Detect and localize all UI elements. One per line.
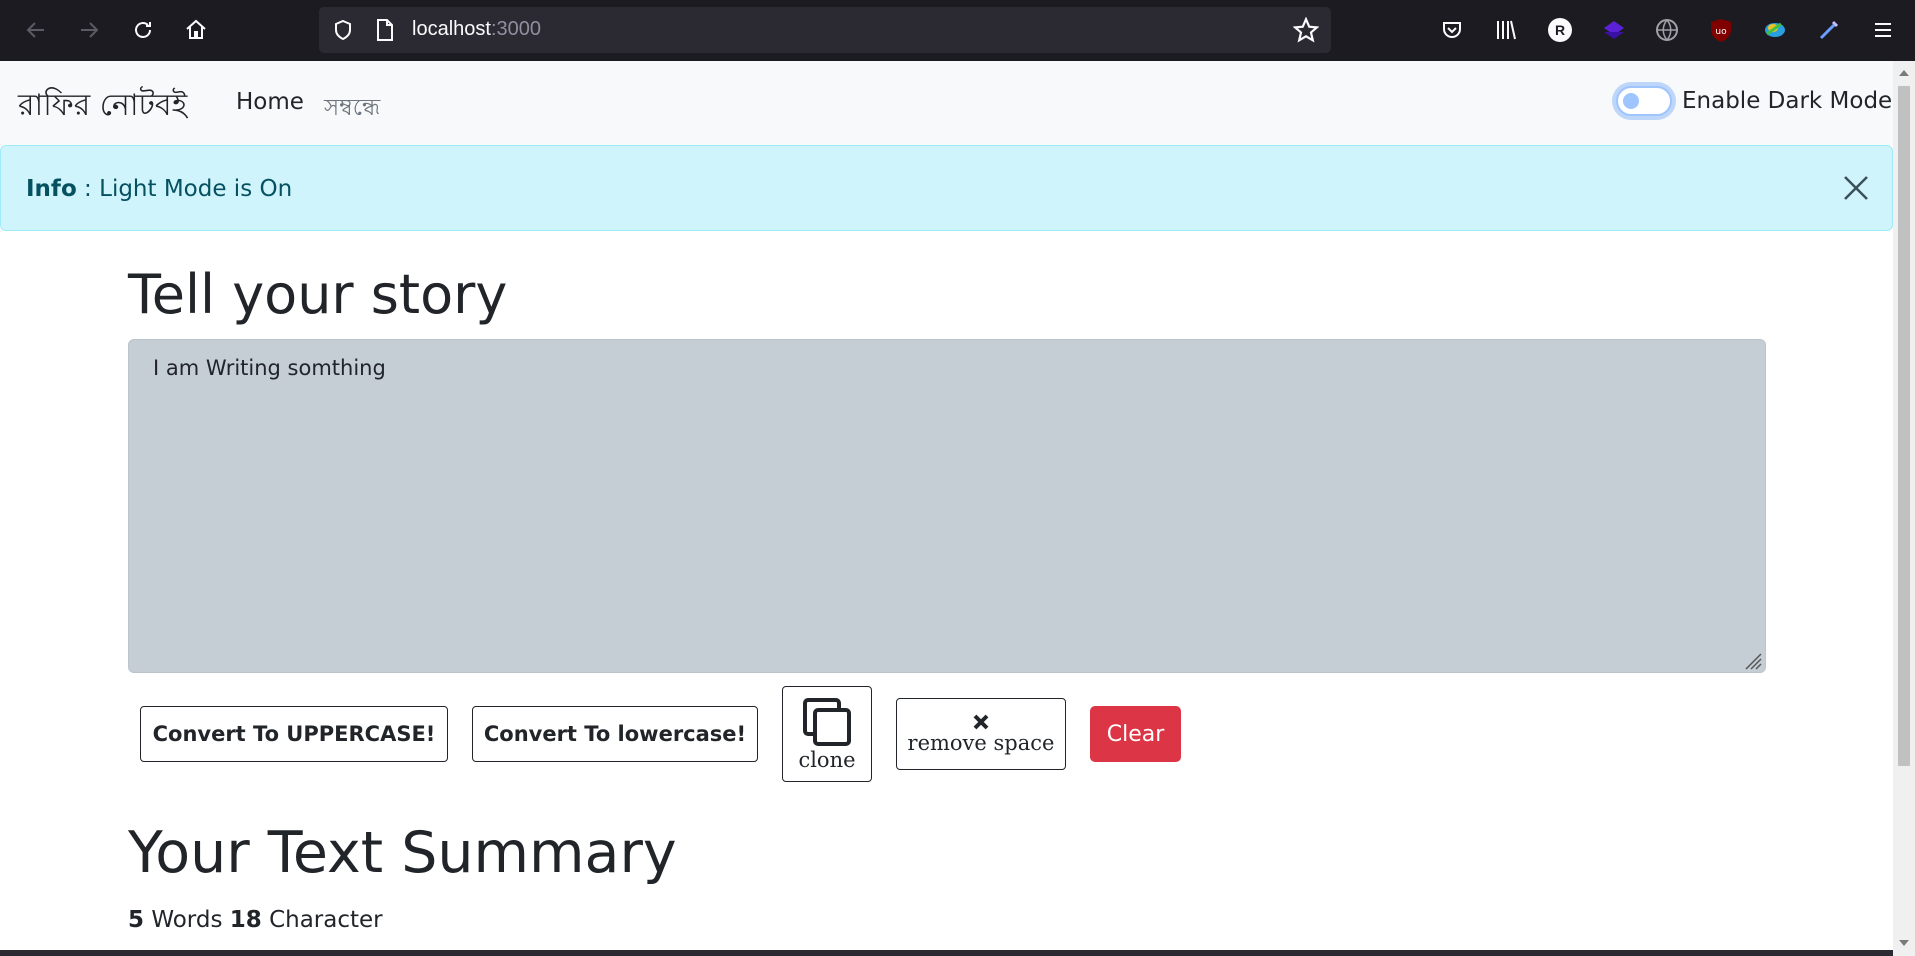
clear-button[interactable]: Clear: [1090, 706, 1181, 762]
scroll-up-arrow-icon[interactable]: [1898, 67, 1910, 79]
hamburger-menu-icon[interactable]: [1867, 14, 1899, 46]
svg-text:R: R: [1555, 22, 1565, 38]
scrollbar-thumb[interactable]: [1898, 86, 1910, 766]
color-picker-icon[interactable]: [1813, 14, 1845, 46]
info-alert: Info : Light Mode is On: [0, 145, 1893, 231]
back-arrow-icon: [26, 22, 44, 38]
reload-button[interactable]: [125, 12, 161, 48]
story-textarea[interactable]: [128, 339, 1766, 673]
summary-heading: Your Text Summary: [128, 820, 677, 886]
text-summary: 5 Words 18 Character: [128, 907, 383, 933]
bottom-edge: [0, 950, 1893, 956]
scroll-down-arrow-icon[interactable]: [1898, 937, 1910, 949]
alert-message: Light Mode is On: [99, 176, 293, 202]
words-label: Words: [144, 907, 230, 933]
home-button[interactable]: [178, 12, 214, 48]
back-button[interactable]: [18, 12, 54, 48]
dark-mode-switch[interactable]: [1616, 86, 1672, 116]
remove-space-button[interactable]: remove space: [896, 698, 1066, 770]
pocket-icon[interactable]: [1436, 14, 1468, 46]
x-mark-icon: [973, 714, 989, 730]
copy-icon: [803, 698, 851, 746]
library-icon[interactable]: [1490, 14, 1522, 46]
resize-grip-icon[interactable]: [1742, 650, 1762, 670]
alert-separator: :: [76, 176, 100, 202]
extension-layers-icon[interactable]: [1598, 14, 1630, 46]
dark-mode-label[interactable]: Enable Dark Mode: [1682, 88, 1892, 114]
clone-label: clone: [798, 748, 856, 772]
nav-link-about[interactable]: সম্বন্ধে: [324, 89, 380, 128]
clone-button[interactable]: clone: [782, 686, 872, 782]
alert-close-button[interactable]: [1839, 171, 1873, 205]
brand-logo-text[interactable]: রাফির নোটবই: [18, 81, 187, 132]
globe-extension-icon[interactable]: [1651, 14, 1683, 46]
address-bar[interactable]: localhost:3000: [319, 7, 1331, 53]
lowercase-button[interactable]: Convert To lowercase!: [472, 706, 758, 762]
ublock-shield-icon[interactable]: uo: [1705, 14, 1737, 46]
url-host: localhost: [412, 18, 491, 40]
app-navbar: রাফির নোটবই Home সম্বন্ধে Enable Dark Mo…: [0, 61, 1893, 145]
dark-mode-toggle-group: Enable Dark Mode: [1616, 86, 1892, 116]
reload-icon: [135, 22, 151, 38]
home-icon: [186, 19, 206, 39]
page-icon: [377, 19, 393, 41]
alert-text: Info : Light Mode is On: [26, 176, 292, 202]
nav-link-home[interactable]: Home: [236, 89, 304, 115]
shield-icon[interactable]: [331, 18, 355, 42]
page-title: Tell your story: [128, 263, 508, 326]
word-count: 5: [128, 907, 145, 933]
uppercase-button[interactable]: Convert To UPPERCASE!: [140, 706, 448, 762]
switch-knob: [1623, 93, 1639, 109]
account-r-icon[interactable]: R: [1544, 14, 1576, 46]
colorful-extension-icon[interactable]: [1759, 14, 1791, 46]
forward-button[interactable]: [71, 12, 107, 48]
url-text[interactable]: localhost:3000: [412, 18, 541, 41]
remove-space-label: remove space: [907, 731, 1055, 755]
char-count: 18: [229, 907, 262, 933]
close-icon: [1844, 176, 1868, 200]
alert-type: Info: [26, 176, 77, 202]
chars-label: Character: [261, 907, 383, 933]
page-scrollbar[interactable]: [1893, 61, 1915, 956]
svg-text:uo: uo: [1715, 27, 1727, 37]
forward-arrow-icon: [81, 22, 99, 38]
url-port: :3000: [490, 18, 541, 40]
bookmark-star-icon[interactable]: [1293, 17, 1319, 43]
browser-toolbar: localhost:3000 R uo: [0, 0, 1915, 61]
